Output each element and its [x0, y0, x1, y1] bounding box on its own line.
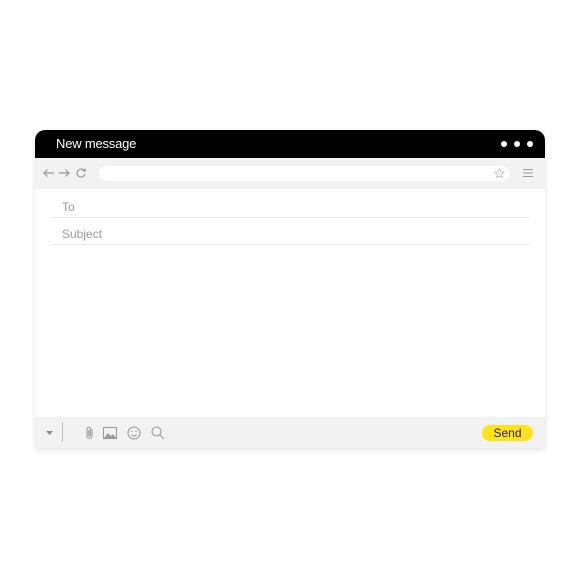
window-title: New message: [56, 136, 137, 151]
dot: [527, 141, 533, 147]
star-icon[interactable]: [494, 168, 505, 179]
dot: [514, 141, 520, 147]
compose-window: New message To Subject Send: [35, 130, 545, 448]
toolbar-divider: [62, 422, 63, 442]
subject-field[interactable]: Subject: [51, 219, 529, 245]
attachment-icon[interactable]: [82, 425, 98, 441]
to-field[interactable]: To: [51, 192, 529, 218]
dropdown-caret-icon[interactable]: [43, 426, 56, 439]
search-icon[interactable]: [150, 425, 166, 441]
back-arrow-icon[interactable]: [42, 166, 56, 180]
forward-arrow-icon[interactable]: [57, 166, 71, 180]
dot: [501, 141, 507, 147]
send-button[interactable]: Send: [482, 425, 533, 441]
bottom-toolbar: Send: [35, 417, 545, 448]
url-input[interactable]: [99, 166, 509, 181]
hamburger-menu-icon[interactable]: [521, 166, 535, 180]
emoji-icon[interactable]: [126, 425, 142, 441]
navigation-bar: [35, 158, 545, 189]
subject-placeholder: Subject: [62, 227, 103, 241]
image-icon[interactable]: [102, 425, 118, 441]
to-placeholder: To: [62, 200, 75, 214]
menu-dots-icon[interactable]: [501, 141, 533, 147]
reload-icon[interactable]: [74, 166, 88, 180]
title-bar: New message: [35, 130, 545, 158]
